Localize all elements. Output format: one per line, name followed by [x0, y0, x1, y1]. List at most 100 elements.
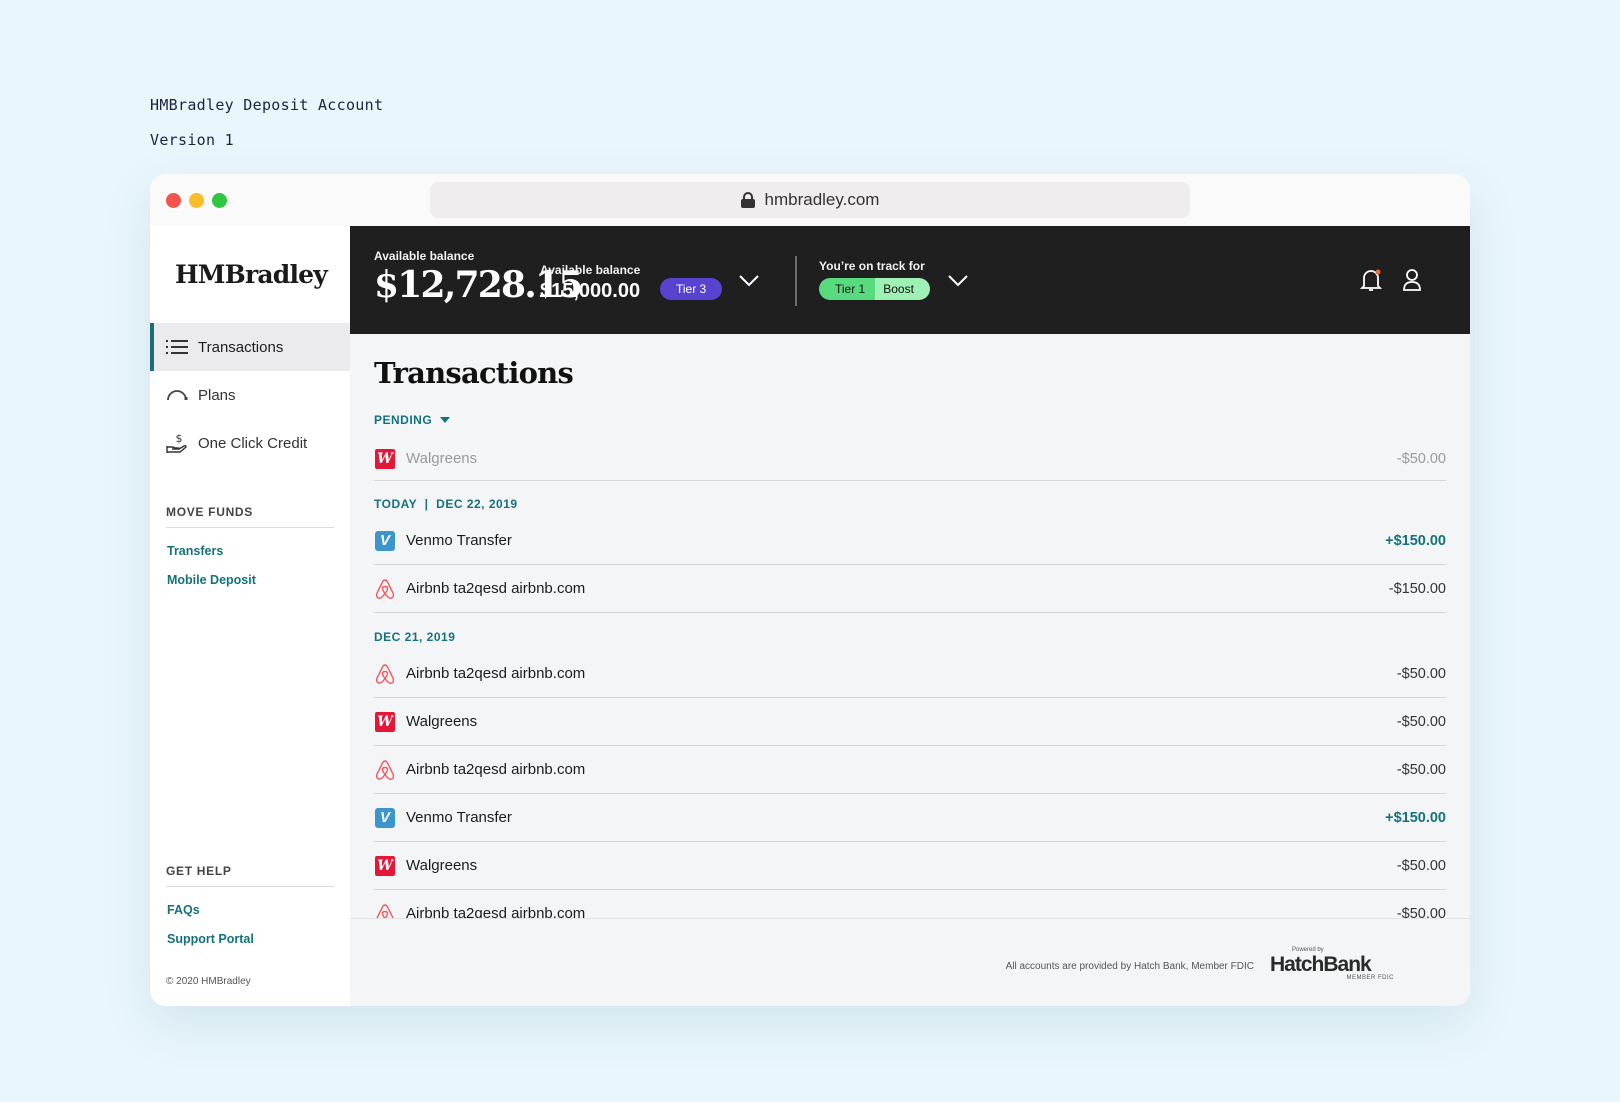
airbnb-icon [375, 759, 395, 780]
merchant-icon-wrap: W [374, 448, 396, 470]
svg-text:$: $ [176, 432, 183, 445]
window-controls [166, 193, 227, 208]
track-boost-segment: Boost [875, 278, 930, 300]
transaction-row[interactable]: V Venmo Transfer +$150.00 [374, 517, 1446, 565]
caption-version: Version 1 [150, 131, 234, 149]
caret-down-icon [440, 417, 451, 423]
support-portal-link[interactable]: Support Portal [167, 932, 350, 946]
transaction-amount: +$150.00 [1385, 532, 1446, 549]
airbnb-icon [375, 578, 395, 599]
date-group-heading: TODAY | DEC 22, 2019 [374, 497, 518, 511]
address-bar[interactable]: hmbradley.com [430, 182, 1190, 218]
merchant-icon-wrap [374, 578, 396, 600]
transfers-link[interactable]: Transfers [167, 544, 350, 558]
transaction-amount: -$150.00 [1388, 580, 1446, 597]
page-title: Transactions [374, 356, 574, 390]
sidebar-item-label: One Click Credit [198, 434, 308, 452]
airbnb-icon [375, 663, 395, 684]
venmo-icon: V [375, 807, 395, 828]
transaction-row[interactable]: Airbnb ta2qesd airbnb.com -$50.00 [374, 650, 1446, 698]
transaction-name: Walgreens [406, 857, 478, 874]
tier-badge[interactable]: Tier 3 [660, 278, 723, 300]
merchant-icon-wrap [374, 759, 396, 781]
footer-disclaimer: All accounts are provided by Hatch Bank,… [1005, 961, 1254, 972]
transaction-name: Venmo Transfer [406, 809, 512, 826]
date-group-list: Airbnb ta2qesd airbnb.com -$50.00 W Walgree… [374, 650, 1446, 918]
hmbradley-logo[interactable]: HMBradley [150, 226, 350, 323]
merchant-icon-wrap: V [374, 530, 396, 552]
pending-toggle[interactable]: PENDING [374, 413, 1446, 427]
user-icon[interactable] [1402, 268, 1422, 292]
list-icon [166, 336, 188, 358]
move-funds-section: MOVE FUNDS Transfers Mobile Deposit [150, 497, 350, 587]
minimize-window-button[interactable] [189, 193, 204, 208]
transaction-name: Walgreens [406, 713, 478, 730]
maximize-window-button[interactable] [212, 193, 227, 208]
transaction-row[interactable]: V Venmo Transfer +$150.00 [374, 794, 1446, 842]
chevron-down-icon[interactable] [737, 268, 761, 292]
footer: All accounts are provided by Hatch Bank,… [350, 918, 1470, 1006]
merchant-icon-wrap: V [374, 807, 396, 829]
hatch-bank-name: HatchBank [1270, 953, 1372, 976]
track-tier-segment: Tier 1 [819, 278, 876, 300]
available-balance-label: Available balance [374, 249, 475, 263]
sidebar-item-label: Plans [198, 386, 236, 404]
transaction-name: Airbnb ta2qesd airbnb.com [406, 905, 586, 918]
get-help-heading: GET HELP [166, 856, 334, 887]
transaction-name: Airbnb ta2qesd airbnb.com [406, 580, 586, 597]
transaction-amount: -$50.00 [1396, 713, 1446, 730]
hand-dollar-icon: $ [166, 432, 188, 454]
transaction-row[interactable]: W Walgreens -$50.00 [374, 842, 1446, 890]
transaction-row[interactable]: Airbnb ta2qesd airbnb.com -$50.00 [374, 890, 1446, 918]
transaction-amount: -$50.00 [1396, 905, 1446, 919]
transaction-row[interactable]: W Walgreens -$50.00 [374, 437, 1446, 481]
transaction-row[interactable]: Airbnb ta2qesd airbnb.com -$150.00 [374, 565, 1446, 613]
transaction-row[interactable]: Airbnb ta2qesd airbnb.com -$50.00 [374, 746, 1446, 794]
transaction-name: Airbnb ta2qesd airbnb.com [406, 761, 586, 778]
bell-icon[interactable] [1360, 268, 1382, 292]
sidebar-item-transactions[interactable]: Transactions [150, 323, 350, 371]
sidebar-item-label: Transactions [198, 338, 284, 356]
faqs-link[interactable]: FAQs [167, 903, 350, 917]
sidebar-item-one-click-credit[interactable]: $ One Click Credit [150, 419, 350, 467]
hatch-bank-logo: Powered by HatchBank MEMBER FDIC [1270, 947, 1400, 981]
date-group-heading: DEC 21, 2019 [374, 630, 456, 644]
transaction-amount: -$50.00 [1396, 665, 1446, 682]
url-text: hmbradley.com [764, 190, 880, 209]
pending-label: PENDING [374, 413, 433, 427]
transaction-name: Airbnb ta2qesd airbnb.com [406, 665, 586, 682]
transaction-amount: +$150.00 [1385, 809, 1446, 826]
lock-icon [740, 192, 755, 208]
member-fdic-label: MEMBER FDIC [1346, 975, 1394, 981]
chevron-down-icon[interactable] [946, 268, 970, 292]
transactions-content: Transactions PENDING W Walgreens -$50.00 T… [374, 334, 1446, 918]
merchant-icon-wrap [374, 903, 396, 918]
transaction-amount: -$50.00 [1396, 857, 1446, 874]
get-help-section: GET HELP FAQs Support Portal [150, 856, 350, 946]
walgreens-icon: W [375, 855, 395, 876]
secondary-balance-value: $15,000.00 [540, 280, 641, 302]
app: HMBradley Transactions Plans $ One Click… [150, 226, 1470, 1006]
transaction-amount: -$50.00 [1396, 761, 1446, 778]
close-window-button[interactable] [166, 193, 181, 208]
header-divider [795, 256, 797, 306]
on-track-label: You’re on track for [819, 259, 925, 273]
pending-list: W Walgreens -$50.00 [374, 437, 1446, 481]
merchant-icon-wrap: W [374, 711, 396, 733]
walgreens-icon: W [375, 711, 395, 732]
mobile-deposit-link[interactable]: Mobile Deposit [167, 573, 350, 587]
sidebar-item-plans[interactable]: Plans [150, 371, 350, 419]
venmo-icon: V [375, 530, 395, 551]
merchant-icon-wrap: W [374, 855, 396, 877]
transaction-amount: -$50.00 [1396, 450, 1446, 467]
date-group-list: V Venmo Transfer +$150.00 Airbnb ta2qesd ai… [374, 517, 1446, 613]
transaction-row[interactable]: W Walgreens -$50.00 [374, 698, 1446, 746]
airbnb-icon [376, 903, 394, 918]
on-track-badge[interactable]: Tier 1 Boost [819, 278, 930, 300]
transaction-name: Walgreens [406, 450, 478, 467]
secondary-balance-label: Available balance [540, 263, 641, 277]
sidebar: HMBradley Transactions Plans $ One Click… [150, 226, 350, 1006]
merchant-icon-wrap [374, 663, 396, 685]
arc-icon [166, 384, 188, 406]
caption-title: HMBradley Deposit Account [150, 96, 384, 114]
